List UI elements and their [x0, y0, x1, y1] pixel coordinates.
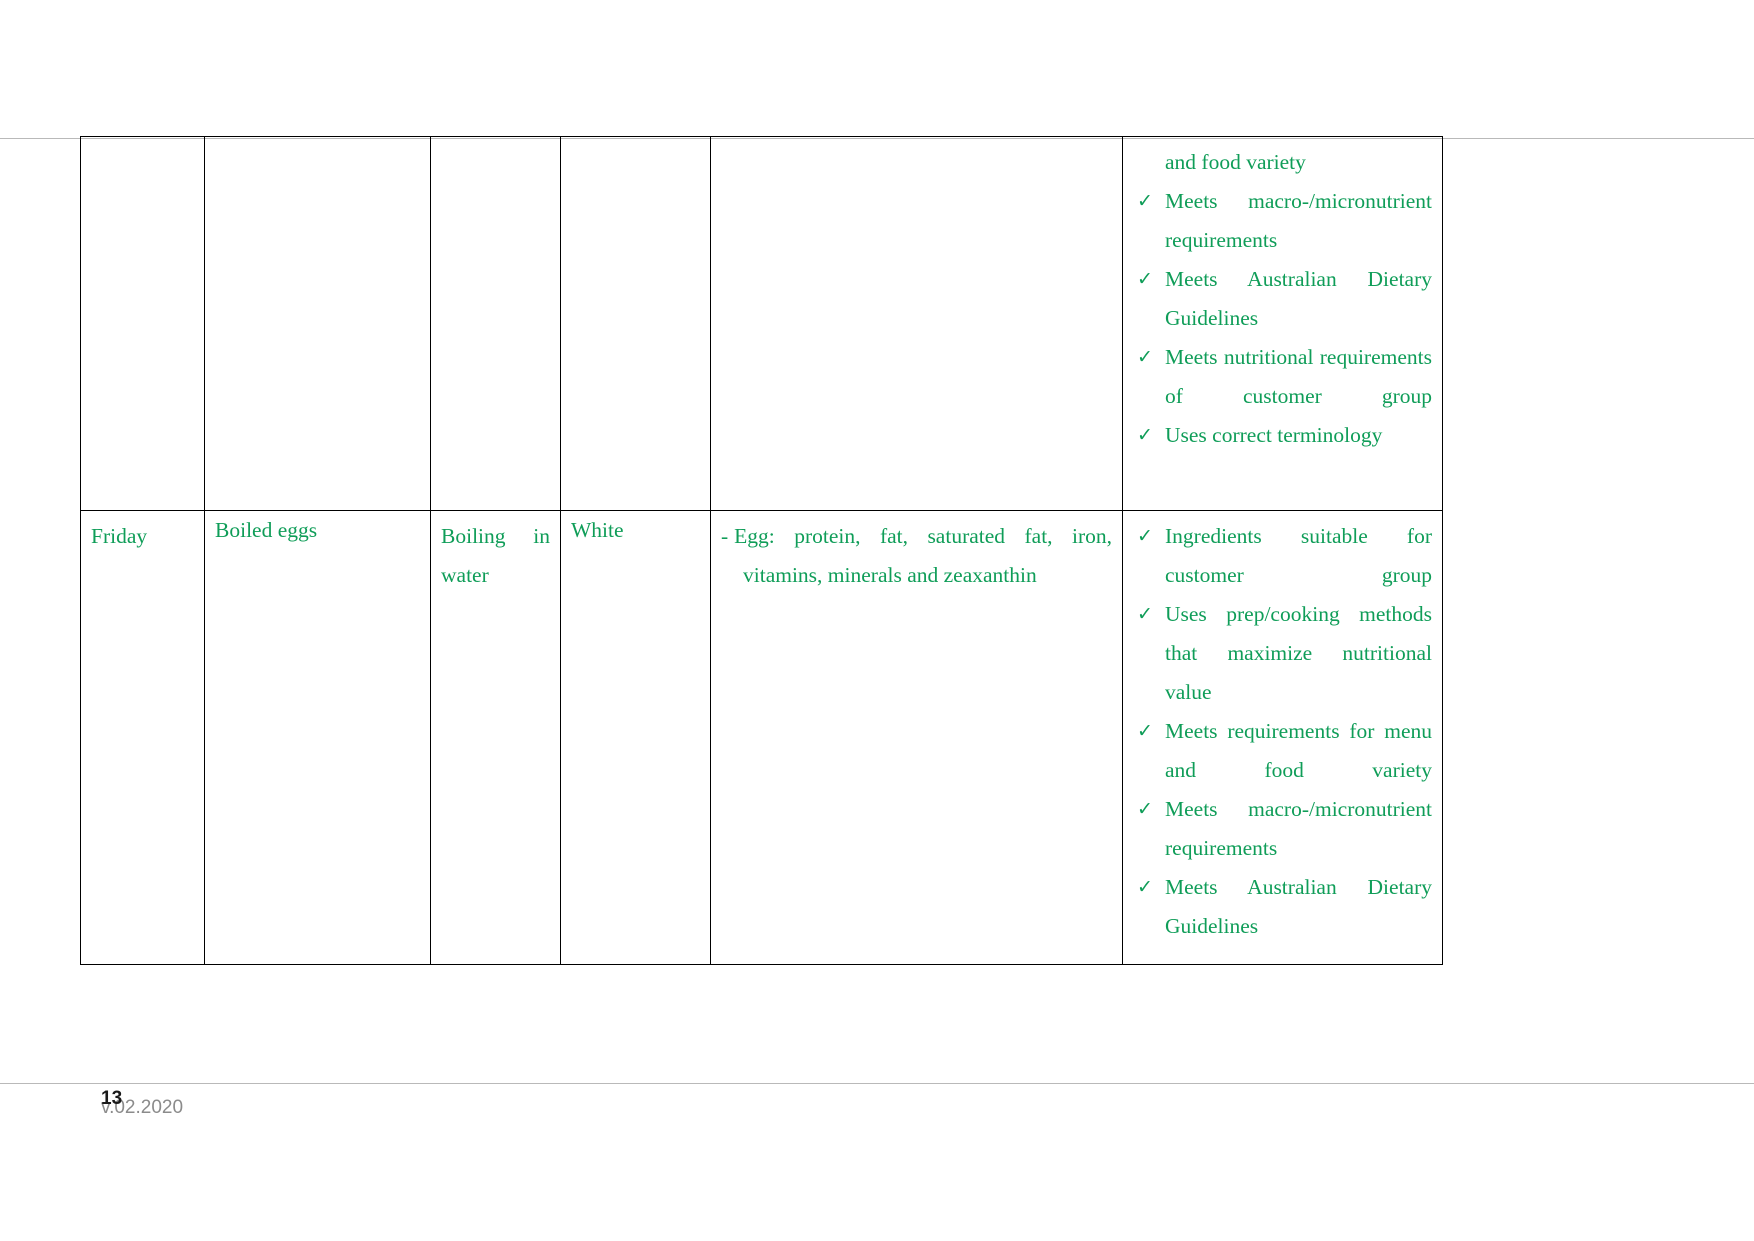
- page-footer: v.02.2020 13: [101, 1088, 701, 1128]
- cell-day: [80, 136, 205, 511]
- list-item: ✓ Ingredients suitable for customer grou…: [1123, 517, 1432, 595]
- cell-checklist: ✓ Ingredients suitable for customer grou…: [1122, 510, 1443, 965]
- cell-nutrients: - Egg: protein, fat, saturated fat, iron,…: [710, 510, 1123, 965]
- dish-value: Boiled eggs: [215, 518, 318, 542]
- checklist-1: ✓ Ingredients suitable for customer grou…: [1123, 517, 1432, 946]
- dish-value: [205, 137, 430, 153]
- colour-value: [561, 137, 710, 153]
- page-break-rule-bottom: [0, 1083, 1754, 1084]
- table-row: Friday Boiled eggs Boiling in water Whit…: [80, 510, 1443, 965]
- day-value: Friday: [91, 524, 148, 548]
- nutrients-list: [711, 137, 1122, 153]
- list-item: ✓ Meets macro-/micronutrient requirement…: [1123, 790, 1432, 868]
- nutrients-list: - Egg: protein, fat, saturated fat, iron,…: [711, 511, 1122, 605]
- list-item-label: Ingredients suitable for customer group: [1165, 524, 1432, 587]
- check-icon: ✓: [1137, 799, 1153, 820]
- list-item: ✓ Meets macro-/micronutrient requirement…: [1123, 182, 1432, 260]
- list-item: ✓ Meets nutritional requirements of cust…: [1123, 338, 1432, 416]
- list-item-label: Meets Australian Dietary Guidelines: [1165, 875, 1432, 938]
- cell-method: Boiling in water: [430, 510, 561, 965]
- list-item: ✓ Uses prep/cooking methods that maximiz…: [1123, 595, 1432, 712]
- method-value: Boiling in water: [441, 524, 550, 587]
- cell-dish: [204, 136, 431, 511]
- cell-checklist: and food variety ✓ Meets macro-/micronut…: [1122, 136, 1443, 511]
- check-icon: ✓: [1137, 721, 1153, 742]
- check-icon: ✓: [1137, 425, 1153, 446]
- method-value: [431, 137, 560, 153]
- day-value: [81, 137, 204, 153]
- cell-day: Friday: [80, 510, 205, 965]
- list-item-label: Meets requirements for menu and food var…: [1165, 719, 1432, 782]
- checklist-0: ✓ Meets macro-/micronutrient requirement…: [1123, 182, 1432, 455]
- nutrient-item: - Egg: protein, fat, saturated fat, iron,…: [721, 517, 1112, 595]
- list-item-label: Meets Australian Dietary Guidelines: [1165, 267, 1432, 330]
- list-item-label: Meets nutritional requirements of custom…: [1165, 345, 1432, 408]
- check-icon: ✓: [1137, 191, 1153, 212]
- list-item: ✓ Meets Australian Dietary Guidelines: [1123, 260, 1432, 338]
- cell-colour: White: [560, 510, 711, 965]
- menu-planning-table: and food variety ✓ Meets macro-/micronut…: [80, 136, 1443, 965]
- list-item: ✓ Meets requirements for menu and food v…: [1123, 712, 1432, 790]
- check-icon: ✓: [1137, 269, 1153, 290]
- table-row: and food variety ✓ Meets macro-/micronut…: [80, 136, 1443, 511]
- check-icon: ✓: [1137, 526, 1153, 547]
- cell-dish: Boiled eggs: [204, 510, 431, 965]
- cell-colour: [560, 136, 711, 511]
- colour-value: White: [571, 518, 624, 542]
- list-item-label: Uses prep/cooking methods that maximize …: [1165, 602, 1432, 704]
- checklist-continuation: and food variety: [1165, 150, 1306, 174]
- check-icon: ✓: [1137, 347, 1153, 368]
- check-icon: ✓: [1137, 877, 1153, 898]
- nutrient-text: Egg: protein, fat, saturated fat, iron, …: [734, 524, 1112, 587]
- list-item-label: Uses correct terminology: [1165, 423, 1383, 447]
- dash-icon: -: [721, 524, 729, 548]
- cell-nutrients: [710, 136, 1123, 511]
- page-number: 13: [101, 1088, 123, 1109]
- cell-method: [430, 136, 561, 511]
- list-item: ✓ Meets Australian Dietary Guidelines: [1123, 868, 1432, 946]
- list-item: ✓ Uses correct terminology: [1123, 416, 1432, 455]
- list-item-label: Meets macro-/micronutrient requirements: [1165, 189, 1432, 252]
- list-item-label: Meets macro-/micronutrient requirements: [1165, 797, 1432, 860]
- check-icon: ✓: [1137, 604, 1153, 625]
